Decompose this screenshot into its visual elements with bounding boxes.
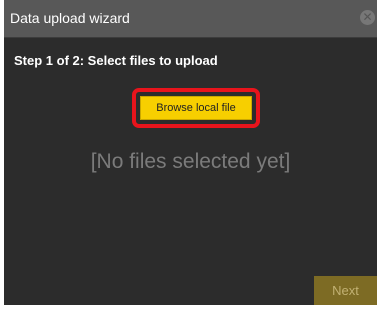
- dialog-title: Data upload wizard: [10, 10, 130, 26]
- no-files-status: [No files selected yet]: [90, 150, 291, 173]
- step-heading: Step 1 of 2: Select files to upload: [14, 53, 218, 68]
- upload-wizard-dialog: Data upload wizard ✕ Step 1 of 2: Select…: [4, 0, 377, 305]
- dialog-titlebar: Data upload wizard ✕: [4, 0, 377, 38]
- close-icon[interactable]: ✕: [360, 10, 375, 25]
- next-button[interactable]: Next: [314, 276, 377, 305]
- browse-local-file-button[interactable]: Browse local file: [140, 96, 252, 120]
